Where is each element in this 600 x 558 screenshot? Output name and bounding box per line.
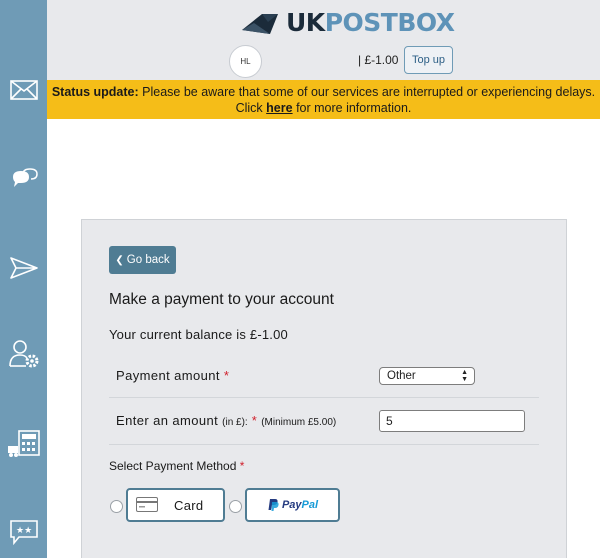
payment-amount-select[interactable]: Other ▲ ▼ bbox=[379, 367, 475, 385]
payment-amount-select-value: Other bbox=[387, 370, 416, 382]
enter-amount-unit: (in £): bbox=[222, 417, 248, 428]
card-payment-button[interactable]: Card bbox=[126, 488, 225, 522]
required-mark: * bbox=[223, 368, 230, 383]
svg-text:★★: ★★ bbox=[16, 526, 32, 536]
sidebar: ★★ bbox=[0, 0, 47, 558]
amount-input[interactable]: 5 bbox=[379, 410, 525, 432]
divider bbox=[109, 444, 539, 445]
payment-amount-label-text: Payment amount bbox=[116, 368, 220, 383]
logo-uk: UK bbox=[286, 8, 325, 37]
logo-postbox: POSTBOX bbox=[324, 8, 455, 37]
required-mark: * bbox=[239, 459, 245, 473]
avatar[interactable]: HL bbox=[229, 45, 262, 78]
header: UKPOSTBOX HL | £-1.00 Top up bbox=[47, 0, 600, 80]
select-arrows-icon: ▲ ▼ bbox=[461, 369, 468, 383]
mail-icon[interactable] bbox=[6, 72, 42, 108]
paypal-radio[interactable] bbox=[229, 500, 242, 513]
reviews-star-icon[interactable]: ★★ bbox=[6, 514, 42, 550]
calculator-truck-icon[interactable] bbox=[6, 426, 42, 462]
go-back-button[interactable]: ❮ Go back bbox=[109, 246, 176, 274]
credit-card-icon bbox=[136, 497, 158, 512]
enter-amount-label-text: Enter an amount bbox=[116, 413, 219, 428]
postbox-logo-icon bbox=[242, 13, 278, 34]
current-balance: Your current balance is £-1.00 bbox=[109, 327, 288, 342]
enter-amount-minimum: (Minimum £5.00) bbox=[261, 417, 337, 428]
required-mark: * bbox=[251, 413, 258, 428]
status-message-end: for more information. bbox=[296, 101, 412, 115]
logo-text: UKPOSTBOX bbox=[286, 8, 455, 37]
payment-method-label: Select Payment Method * bbox=[109, 459, 244, 473]
logo[interactable]: UKPOSTBOX bbox=[240, 8, 455, 37]
card-radio[interactable] bbox=[110, 500, 123, 513]
status-more-info-link[interactable]: here bbox=[266, 101, 292, 115]
go-back-label: Go back bbox=[126, 254, 170, 266]
enter-amount-label: Enter an amount (in £): * (Minimum £5.00… bbox=[116, 413, 336, 428]
page-title: Make a payment to your account bbox=[109, 291, 334, 308]
chat-bubbles-icon[interactable] bbox=[6, 162, 42, 198]
payment-method-label-text: Select Payment Method bbox=[109, 459, 237, 473]
card-label: Card bbox=[174, 498, 204, 513]
top-up-button[interactable]: Top up bbox=[404, 46, 453, 74]
send-icon[interactable] bbox=[6, 250, 42, 286]
payment-amount-label: Payment amount * bbox=[116, 368, 229, 383]
status-label: Status update: bbox=[51, 85, 139, 99]
paypal-label: PayPal bbox=[282, 499, 318, 511]
account-balance: | £-1.00 bbox=[358, 53, 399, 67]
paypal-label-pal: Pal bbox=[301, 499, 319, 511]
paypal-icon bbox=[268, 499, 279, 511]
paypal-payment-button[interactable]: PayPal bbox=[245, 488, 340, 522]
payment-panel: ❮ Go back Make a payment to your account… bbox=[81, 219, 567, 558]
status-banner: Status update: Please be aware that some… bbox=[47, 80, 600, 119]
user-settings-icon[interactable] bbox=[6, 336, 42, 372]
paypal-label-pay: Pay bbox=[281, 499, 302, 511]
chevron-left-icon: ❮ bbox=[115, 254, 124, 266]
divider bbox=[109, 397, 539, 398]
